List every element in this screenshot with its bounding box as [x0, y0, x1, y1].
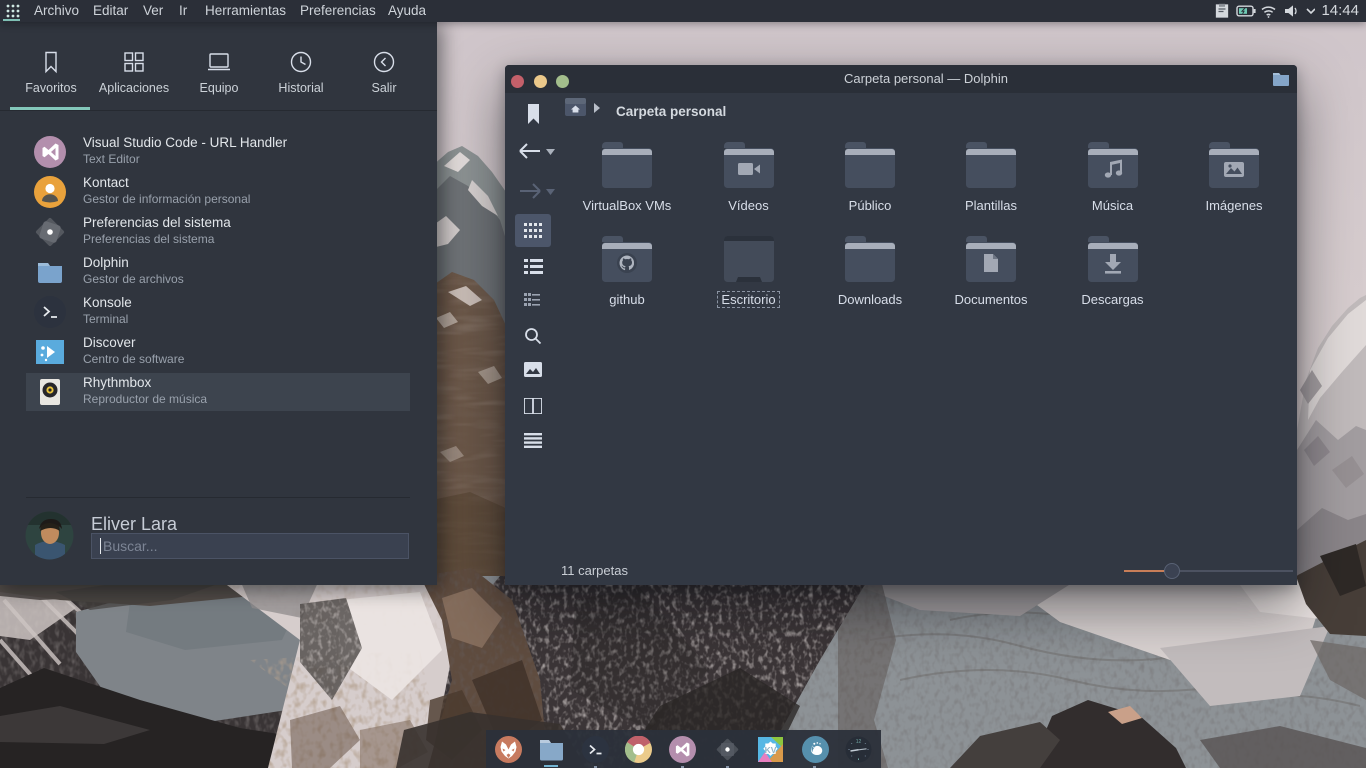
svg-text:KV: KV: [765, 745, 777, 755]
svg-text:12: 12: [856, 739, 862, 745]
